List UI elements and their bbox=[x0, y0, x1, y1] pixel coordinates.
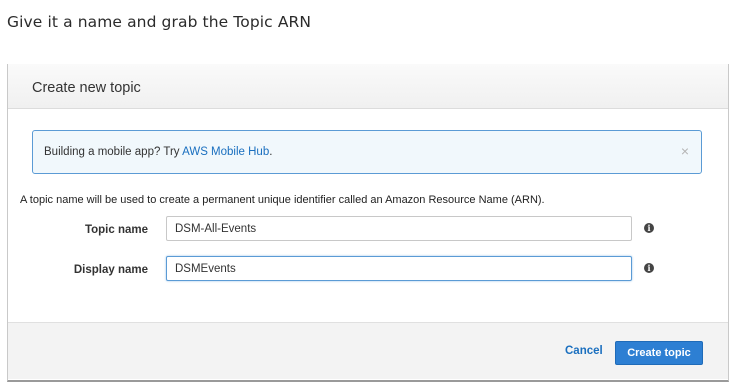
display-name-info-icon[interactable]: i bbox=[644, 263, 654, 273]
topic-name-label: Topic name bbox=[84, 224, 148, 236]
info-banner-trailing: . bbox=[269, 146, 273, 158]
topic-name-input[interactable] bbox=[166, 216, 632, 241]
info-banner: Building a mobile app? Try AWS Mobile Hu… bbox=[32, 130, 702, 174]
dialog-footer: Cancel Create topic bbox=[8, 322, 728, 379]
dialog-header: Create new topic bbox=[8, 64, 728, 109]
display-name-input[interactable] bbox=[166, 256, 632, 281]
cancel-button[interactable]: Cancel bbox=[565, 345, 603, 357]
topic-name-info-icon[interactable]: i bbox=[644, 223, 654, 233]
display-name-label: Display name bbox=[73, 264, 148, 276]
aws-mobile-hub-link[interactable]: AWS Mobile Hub bbox=[182, 146, 269, 158]
dialog-title: Create new topic bbox=[32, 80, 141, 96]
create-topic-dialog: Create new topic Building a mobile app? … bbox=[7, 64, 729, 382]
info-banner-message: Building a mobile app? Try bbox=[44, 146, 183, 158]
page-caption: Give it a name and grab the Topic ARN bbox=[7, 13, 312, 31]
arn-description: A topic name will be used to create a pe… bbox=[20, 194, 545, 206]
info-banner-text: Building a mobile app? Try AWS Mobile Hu… bbox=[44, 146, 272, 158]
create-topic-button[interactable]: Create topic bbox=[615, 341, 703, 365]
close-icon[interactable]: × bbox=[681, 143, 689, 159]
